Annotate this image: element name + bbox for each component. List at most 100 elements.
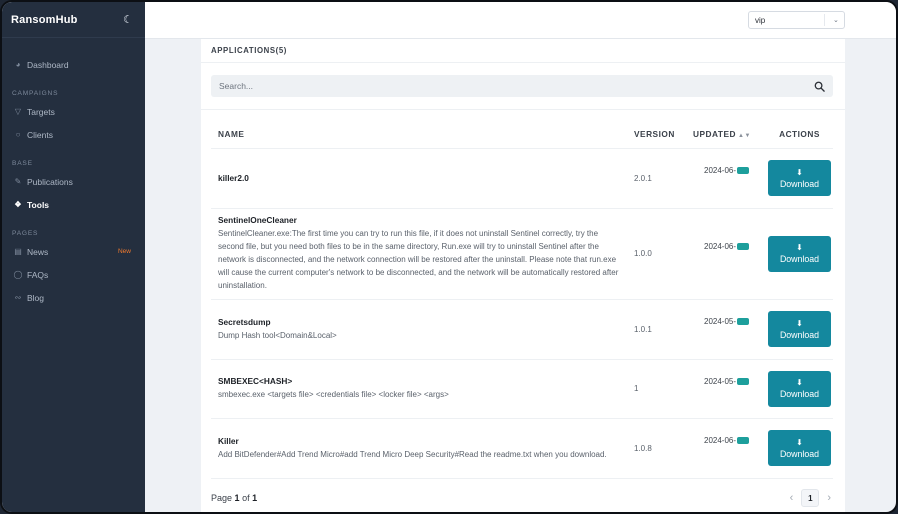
sidebar-item-label: Dashboard — [27, 59, 69, 70]
download-button[interactable]: ⬇ Download — [768, 311, 831, 347]
app-name: Killer — [218, 435, 239, 446]
question-icon: ◯ — [13, 270, 23, 279]
download-icon: ⬇ — [796, 243, 803, 252]
new-badge: New — [117, 248, 131, 255]
app-version: 1.0.1 — [627, 299, 686, 360]
download-icon: ⬇ — [796, 437, 803, 447]
download-button[interactable]: ⬇ Download — [768, 430, 831, 466]
sidebar-item-label: Tools — [27, 199, 50, 210]
page-total: 1 — [252, 493, 258, 503]
app-updated: 2024-06- — [704, 436, 737, 445]
app-updated: 2024-06- — [704, 166, 737, 175]
sidebar: RansomHub ☾ ◕ Dashboard CAMPAIGNS ▽ Targ… — [2, 2, 145, 512]
app-name: killer2.0 — [218, 173, 249, 183]
sidebar-section-base: BASE — [12, 159, 33, 167]
account-select[interactable]: vip ⌄ — [748, 11, 845, 29]
page-of: of — [242, 493, 250, 503]
sidebar-item-publications[interactable]: ✎ Publications — [2, 170, 145, 193]
newspaper-icon: ▤ — [14, 247, 22, 256]
sidebar-item-label: Clients — [27, 129, 53, 140]
table-row: killer2.0 2.0.1 2024-06- ⬇ Download — [211, 148, 833, 209]
next-page-chevron-right-icon[interactable]: › — [827, 492, 831, 504]
chevron-down-icon: ⌄ — [833, 17, 839, 24]
card-title: APPLICATIONS(5) — [201, 39, 845, 63]
app-version: 1 — [627, 359, 686, 419]
applications-card: APPLICATIONS(5) Search... NAME VERSION U… — [201, 39, 845, 512]
app-version: 1.0.8 — [627, 418, 686, 479]
app-description: Add BitDefender#Add Trend Micro#add Tren… — [218, 449, 607, 459]
sidebar-item-label: FAQs — [27, 269, 49, 280]
app-window: RansomHub ☾ ◕ Dashboard CAMPAIGNS ▽ Targ… — [0, 0, 898, 514]
sort-icon[interactable]: ▲▼ — [738, 133, 751, 139]
sidebar-item-blog[interactable]: ∾ Blog — [2, 286, 145, 309]
column-header-name: NAME — [211, 110, 627, 149]
app-description: Dump Hash tool<Domain&Local> — [218, 330, 337, 340]
sidebar-item-news[interactable]: ▤ News New — [2, 240, 145, 263]
sidebar-item-label: News — [27, 246, 49, 257]
download-button[interactable]: ⬇ Download — [768, 160, 831, 196]
date-redaction — [737, 242, 750, 250]
page-prefix: Page — [211, 493, 233, 503]
column-header-actions: ACTIONS — [766, 110, 833, 149]
chat-icon: ○ — [15, 130, 21, 139]
download-label: Download — [779, 448, 820, 459]
table-row: SMBEXEC<HASH> smbexec.exe <targets file> … — [211, 359, 833, 419]
download-label: Download — [779, 329, 820, 340]
rss-icon: ∾ — [14, 293, 22, 302]
app-updated: 2024-06- — [704, 241, 737, 251]
sidebar-item-targets[interactable]: ▽ Targets — [2, 100, 145, 123]
column-header-version: VERSION — [627, 110, 686, 149]
download-icon: ⬇ — [796, 378, 803, 387]
dashboard-icon: ◕ — [15, 60, 21, 69]
download-label: Download — [779, 389, 820, 399]
date-redaction — [737, 437, 750, 444]
sidebar-item-label: Blog — [27, 292, 45, 303]
search-input[interactable]: Search... — [211, 75, 833, 97]
download-label: Download — [779, 178, 820, 189]
page-indicator: Page 1 of 1 — [211, 493, 257, 503]
sidebar-item-tools[interactable]: ❖ Tools — [2, 193, 145, 216]
sidebar-item-label: Publications — [27, 176, 73, 187]
sidebar-item-faqs[interactable]: ◯ FAQs — [2, 263, 145, 286]
app-name: SMBEXEC<HASH> — [218, 376, 293, 386]
pen-icon: ✎ — [14, 177, 22, 186]
page-button-1[interactable]: 1 — [801, 489, 820, 507]
date-redaction — [737, 167, 750, 174]
filter-icon: ▽ — [14, 107, 22, 116]
sidebar-item-dashboard[interactable]: ◕ Dashboard — [2, 53, 145, 76]
download-icon: ⬇ — [796, 318, 803, 328]
page-current: 1 — [234, 493, 240, 503]
download-label: Download — [779, 254, 820, 264]
tools-icon: ❖ — [14, 200, 22, 209]
app-name: Secretsdump — [218, 316, 271, 327]
theme-toggle-moon-icon[interactable]: ☾ — [123, 13, 133, 26]
sidebar-item-clients[interactable]: ○ Clients — [2, 123, 145, 146]
sidebar-header: RansomHub ☾ — [2, 2, 145, 38]
prev-page-chevron-left-icon[interactable]: ‹ — [790, 492, 794, 504]
column-header-updated-label: UPDATED — [693, 128, 736, 139]
app-version: 1.0.0 — [627, 208, 686, 300]
app-description: SentinelCleaner.exe:The first time you c… — [218, 229, 619, 290]
app-version: 2.0.1 — [627, 148, 686, 209]
sidebar-section-pages: PAGES — [12, 229, 39, 237]
account-select-value: vip — [755, 14, 825, 26]
date-redaction — [737, 318, 750, 325]
sidebar-item-label: Targets — [27, 106, 55, 117]
top-bar: vip ⌄ — [145, 2, 896, 39]
app-updated: 2024-05- — [704, 317, 737, 326]
pagination: Page 1 of 1 ‹ 1 › — [211, 487, 833, 509]
brand-logo-text: RansomHub — [11, 13, 78, 26]
app-name: SentinelOneCleaner — [218, 215, 297, 225]
date-redaction — [737, 377, 750, 385]
column-header-updated[interactable]: UPDATED ▲▼ — [686, 110, 766, 149]
applications-table: NAME VERSION UPDATED ▲▼ ACTIONS killer2.0… — [211, 110, 833, 479]
search-icon[interactable] — [814, 81, 825, 92]
download-button[interactable]: ⬇ Download — [768, 235, 831, 272]
table-row: Killer Add BitDefender#Add Trend Micro#ad… — [211, 418, 833, 479]
sidebar-section-campaigns: CAMPAIGNS — [12, 89, 59, 97]
app-description: smbexec.exe <targets file> <credentials … — [218, 390, 449, 399]
table-row: Secretsdump Dump Hash tool<Domain&Local> … — [211, 299, 833, 360]
download-button[interactable]: ⬇ Download — [768, 370, 831, 407]
download-icon: ⬇ — [796, 167, 803, 177]
app-updated: 2024-05- — [704, 376, 737, 386]
